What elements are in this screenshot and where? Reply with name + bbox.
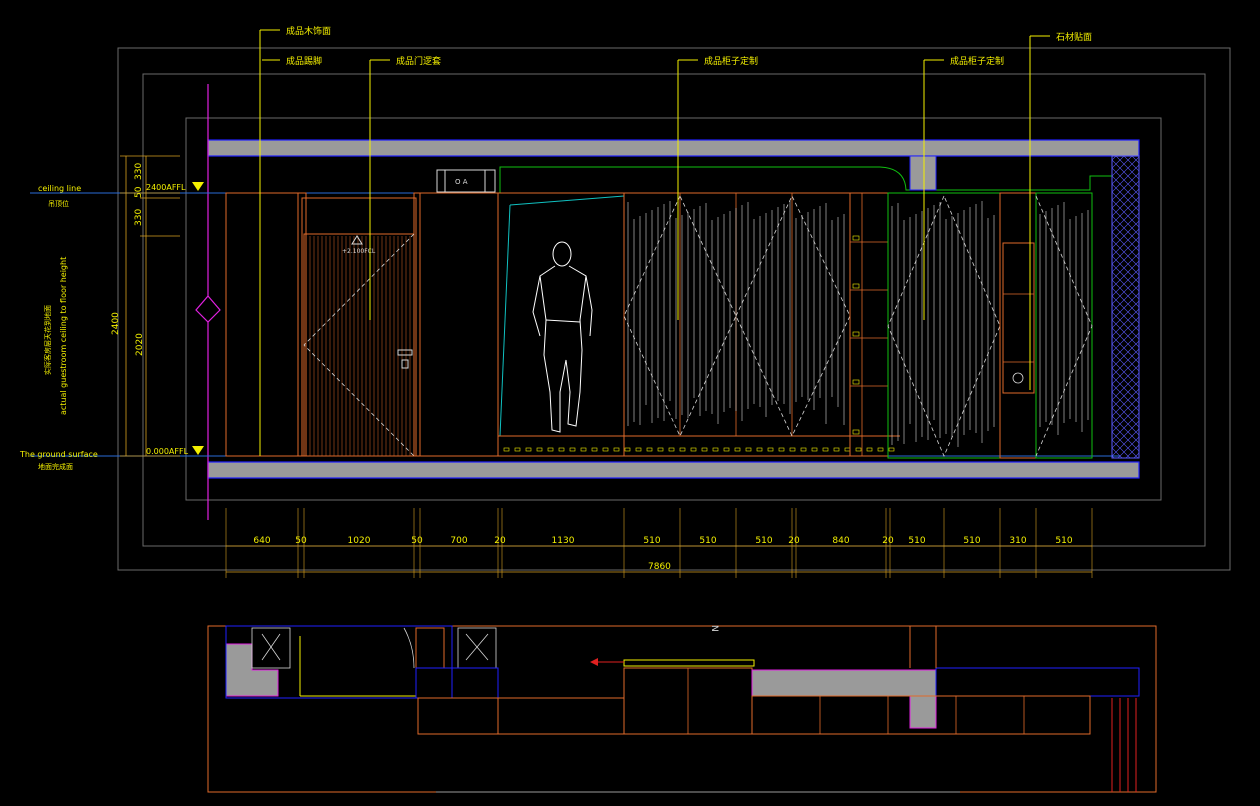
- callout-6: 石材贴面: [1056, 31, 1092, 43]
- dim-segment: 510: [755, 536, 772, 546]
- open-niche: [497, 192, 625, 457]
- ceiling-line-label: ceiling line: [38, 184, 81, 193]
- dim-top-50: 50: [134, 186, 144, 198]
- plan-view: N: [207, 625, 1157, 793]
- dim-segment: 510: [908, 536, 925, 546]
- plan-north-mark: N: [709, 625, 719, 632]
- cabinet-group-3: [1035, 192, 1093, 459]
- wood-veneer-panel: [225, 192, 299, 457]
- dim-2400: 2400: [111, 312, 121, 335]
- dim-segment: 1020: [348, 536, 371, 546]
- ceiling-slab: [207, 139, 1140, 157]
- ac-tag: O A: [455, 178, 468, 186]
- ground-cn: 地面完成面: [38, 462, 73, 471]
- ground-level-marker-icon: [192, 446, 204, 455]
- door-level-tag: +2.100FCL: [342, 248, 376, 255]
- stone-niche: [999, 192, 1037, 459]
- door-level-icon: [351, 235, 363, 245]
- hatched-wall: [1111, 155, 1140, 459]
- callout-3: 成品门逻套: [396, 55, 441, 67]
- cad-drawing: O A +2.100FCL 成品木饰面 成品踢脚 成品门逻套 成品柜子定制 成品…: [19, 25, 1231, 793]
- fixture-icon: [1012, 372, 1024, 384]
- door-frame-right: [413, 192, 421, 457]
- dim-segment: 640: [253, 536, 270, 546]
- dim-top-330: 330: [134, 163, 144, 180]
- callout-4: 成品柜子定制: [704, 55, 758, 67]
- ground-affl: 0.000AFFL: [146, 447, 189, 456]
- cabinet-group-2: [887, 192, 1001, 459]
- dim-segment: 20: [788, 536, 800, 546]
- callout-2: 成品踢脚: [286, 55, 322, 67]
- human-figure-icon: [532, 241, 593, 433]
- shelf-column: [849, 192, 889, 457]
- callout-leaders: [259, 29, 1050, 456]
- beam-section: [909, 155, 937, 191]
- callout-5: 成品柜子定制: [950, 55, 1004, 67]
- dim-segment: 20: [882, 536, 894, 546]
- dim-segment: 510: [963, 536, 980, 546]
- door-casing: [301, 197, 417, 457]
- section-break-line: [195, 84, 221, 323]
- cabinet-group-1: [623, 192, 851, 457]
- dim-segment: 50: [411, 536, 423, 546]
- dim-segment: 510: [699, 536, 716, 546]
- dim-top-330b: 330: [134, 209, 144, 226]
- plan-wall-section: [751, 669, 937, 729]
- ceiling-affl: 2400AFFL: [146, 183, 186, 192]
- dim-2020: 2020: [135, 333, 145, 356]
- side-panel: [419, 192, 499, 457]
- vertical-dim-lines: [120, 155, 180, 457]
- dim-segment: 20: [494, 536, 506, 546]
- callout-1: 成品木饰面: [286, 25, 331, 37]
- dim-segment: 310: [1009, 536, 1026, 546]
- ground-label: The ground surface: [19, 450, 98, 459]
- dim-segment: 50: [295, 536, 307, 546]
- side-note-cn: 实际客房层天花到地面: [43, 305, 52, 375]
- dim-segment: 510: [1055, 536, 1072, 546]
- dim-segment: 840: [832, 536, 849, 546]
- inner-frame: [185, 117, 1162, 501]
- dim-segment: 700: [450, 536, 467, 546]
- dim-segment: 1130: [552, 536, 575, 546]
- section-arrow-icon: [590, 658, 598, 666]
- outer-frame: [117, 47, 1231, 571]
- ceiling-line-cn: 吊顶位: [48, 199, 69, 208]
- ceiling-level-marker-icon: [192, 182, 204, 191]
- door-leaf: [303, 233, 415, 457]
- floor-slab: [207, 461, 1140, 479]
- dim-segment: 510: [643, 536, 660, 546]
- side-note-en: actual guestroom ceiling to floor height: [59, 257, 68, 415]
- dim-total: 7860: [648, 562, 671, 572]
